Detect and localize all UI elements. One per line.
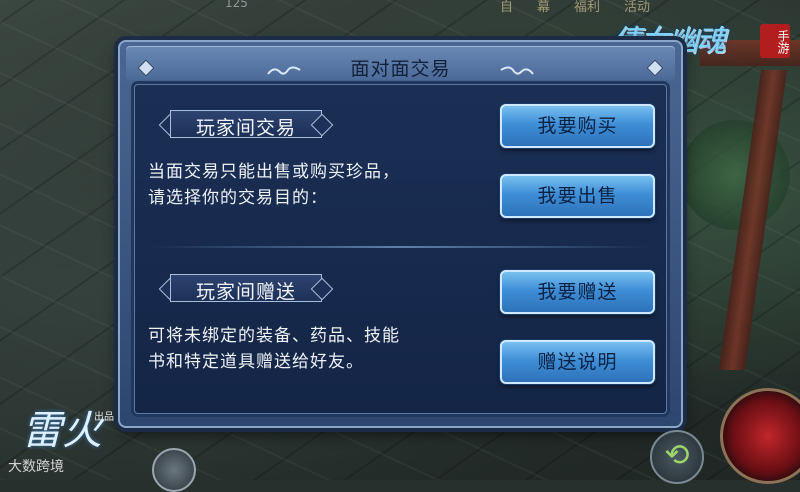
dialog-title-bar: 面对面交易 — [126, 46, 675, 80]
description-line: 书和特定道具赠送给好友。 — [148, 352, 364, 372]
publisher-logo: 雷火 出品 — [22, 398, 122, 458]
publisher-logo-glyph: 雷火 — [22, 408, 102, 454]
top-menu-item[interactable]: 幕 — [537, 0, 550, 15]
description-line: 请选择你的交易目的： — [148, 188, 328, 208]
watermark: 大数跨境 — [8, 459, 64, 475]
chat-icon[interactable] — [152, 448, 196, 492]
description-line: 可将未绑定的装备、药品、技能 — [148, 326, 400, 346]
top-menu-item[interactable]: 自 — [500, 0, 513, 15]
section-banner: 玩家间交易 — [156, 104, 336, 144]
gift-button[interactable]: 我要赠送 — [500, 270, 655, 314]
top-menu: 自 幕 福利 活动 — [500, 0, 650, 15]
sell-button[interactable]: 我要出售 — [500, 174, 655, 218]
cloud-ornament-icon — [500, 66, 534, 75]
buy-button[interactable]: 我要购买 — [500, 104, 655, 148]
top-menu-item[interactable]: 福利 — [574, 0, 600, 15]
refresh-icon[interactable]: ⟲ — [650, 430, 704, 484]
dialog-title: 面对面交易 — [350, 58, 451, 80]
player-trade-section: 玩家间交易 当面交易只能出售或购买珍品， 请选择你的交易目的： 我要购买 我要出… — [134, 84, 667, 246]
section-banner: 玩家间赠送 — [156, 268, 336, 308]
section-description: 可将未绑定的装备、药品、技能 书和特定道具赠送给好友。 — [148, 323, 448, 375]
game-logo-seal: 手游 — [760, 24, 790, 58]
description-line: 当面交易只能出售或购买珍品， — [148, 162, 400, 182]
dialog-body: 玩家间交易 当面交易只能出售或购买珍品， 请选择你的交易目的： 我要购买 我要出… — [134, 84, 667, 414]
gift-info-button[interactable]: 赠送说明 — [500, 340, 655, 384]
section-title: 玩家间赠送 — [195, 281, 296, 303]
hud-top-number: 125 — [225, 0, 248, 10]
section-title: 玩家间交易 — [195, 117, 296, 139]
section-description: 当面交易只能出售或购买珍品， 请选择你的交易目的： — [148, 159, 448, 211]
top-menu-item[interactable]: 活动 — [624, 0, 650, 15]
face-to-face-trade-dialog: 面对面交易 玩家间交易 当面交易只能出售或购买珍品， 请选择你的交易目的： 我要… — [118, 40, 683, 428]
player-gift-section: 玩家间赠送 可将未绑定的装备、药品、技能 书和特定道具赠送给好友。 我要赠送 赠… — [134, 248, 667, 410]
publisher-logo-sub: 出品 — [94, 412, 114, 423]
